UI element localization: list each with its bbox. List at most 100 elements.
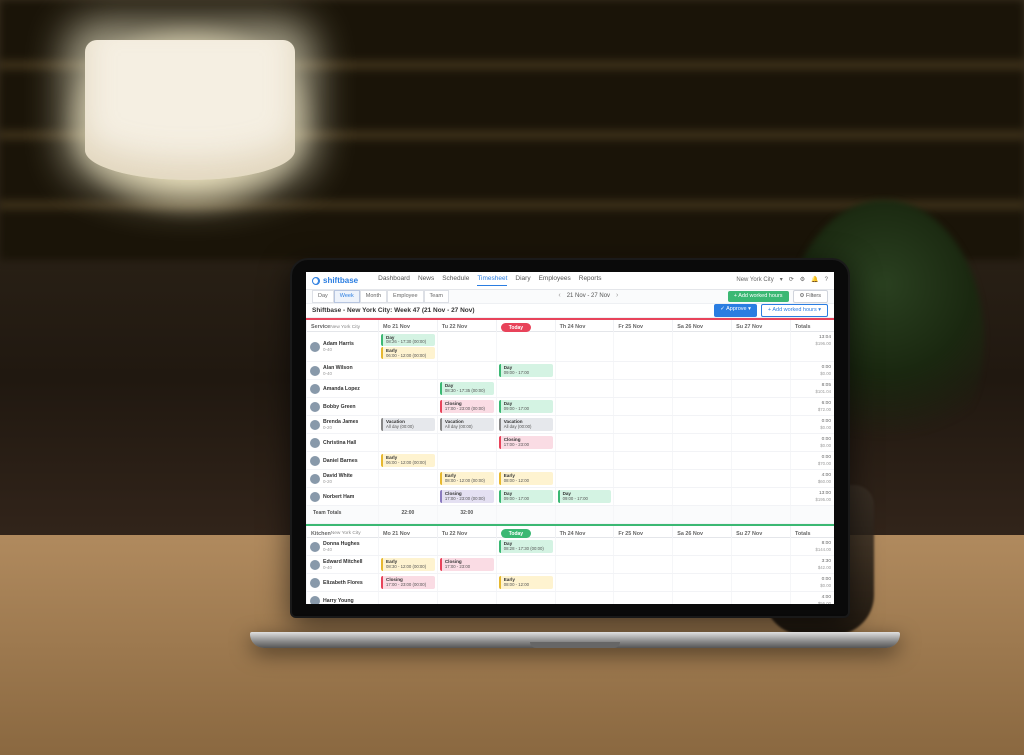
view-tab-employee[interactable]: Employee [387, 290, 423, 303]
day-cell[interactable] [378, 434, 437, 451]
shift-block[interactable]: Early06:00 - 12:00 (00:00) [381, 347, 435, 359]
view-tab-month[interactable]: Month [360, 290, 387, 303]
day-cell[interactable]: Day08:30 - 17:35 (00:00) [437, 380, 496, 397]
shift-block[interactable]: Day09:00 - 17:00 [558, 490, 612, 502]
day-cell[interactable] [378, 592, 437, 604]
nav-item-reports[interactable]: Reports [579, 275, 602, 287]
shift-block[interactable]: VacationAll day (00:00) [381, 418, 435, 430]
employee-cell[interactable]: Daniel Barnes [306, 452, 378, 469]
day-cell[interactable]: Closing17:00 - 23:00 [437, 556, 496, 573]
day-cell[interactable] [613, 362, 672, 379]
day-cell[interactable] [555, 362, 614, 379]
employee-cell[interactable]: Brenda James0-20 [306, 416, 378, 433]
day-cell[interactable] [731, 452, 790, 469]
day-cell[interactable] [496, 556, 555, 573]
day-cell[interactable] [672, 398, 731, 415]
employee-cell[interactable]: Bobby Green [306, 398, 378, 415]
day-cell[interactable] [613, 416, 672, 433]
day-cell[interactable] [437, 332, 496, 361]
day-cell[interactable] [731, 556, 790, 573]
shift-block[interactable]: Day08:28 - 17:30 (00:00) [499, 540, 553, 552]
day-cell[interactable] [613, 434, 672, 451]
day-cell[interactable]: VacationAll day (00:00) [496, 416, 555, 433]
day-cell[interactable] [731, 434, 790, 451]
day-cell[interactable]: Early08:00 - 12:00 [496, 574, 555, 591]
day-cell[interactable] [672, 332, 731, 361]
day-cell[interactable] [555, 398, 614, 415]
view-tab-week[interactable]: Week [334, 290, 360, 303]
employee-cell[interactable]: Alan Wilson0-40 [306, 362, 378, 379]
day-cell[interactable] [731, 592, 790, 604]
day-cell[interactable] [555, 556, 614, 573]
shift-block[interactable]: Early08:00 - 12:00 (00:00) [440, 472, 494, 484]
day-cell[interactable]: Day08:26 - 17:30 (00:00)Early06:00 - 12:… [378, 332, 437, 361]
nav-item-schedule[interactable]: Schedule [442, 275, 469, 287]
day-cell[interactable] [672, 416, 731, 433]
nav-item-dashboard[interactable]: Dashboard [378, 275, 410, 287]
day-cell[interactable] [672, 592, 731, 604]
shift-block[interactable]: VacationAll day (00:00) [440, 418, 494, 430]
day-cell[interactable]: Day09:00 - 17:00 [496, 488, 555, 505]
day-cell[interactable] [731, 416, 790, 433]
employee-cell[interactable]: David White0-20 [306, 470, 378, 487]
nav-item-diary[interactable]: Diary [515, 275, 530, 287]
day-cell[interactable]: VacationAll day (00:00) [378, 416, 437, 433]
day-cell[interactable] [378, 380, 437, 397]
shift-block[interactable]: Closing17:00 - 23:00 (00:00) [440, 490, 494, 502]
shift-block[interactable]: Day09:00 - 17:00 [499, 400, 553, 412]
day-cell[interactable] [555, 538, 614, 555]
employee-cell[interactable]: Edward Mitchell0-40 [306, 556, 378, 573]
day-cell[interactable] [555, 416, 614, 433]
day-cell[interactable] [555, 332, 614, 361]
day-cell[interactable]: Early06:00 - 12:00 (00:00) [378, 452, 437, 469]
day-cell[interactable] [731, 538, 790, 555]
next-week-button[interactable]: › [614, 292, 620, 300]
shift-block[interactable]: Early06:00 - 12:00 (00:00) [381, 454, 435, 466]
day-cell[interactable]: Closing17:00 - 23:00 (00:00) [437, 398, 496, 415]
day-cell[interactable] [437, 592, 496, 604]
day-cell[interactable] [672, 538, 731, 555]
shift-block[interactable]: Closing17:00 - 23:00 [499, 436, 553, 448]
day-cell[interactable] [672, 452, 731, 469]
view-tab-day[interactable]: Day [312, 290, 334, 303]
day-cell[interactable] [613, 556, 672, 573]
day-cell[interactable] [672, 362, 731, 379]
shift-block[interactable]: Day08:26 - 17:30 (00:00) [381, 334, 435, 346]
day-cell[interactable]: Day09:00 - 17:00 [496, 362, 555, 379]
nav-item-news[interactable]: News [418, 275, 434, 287]
date-range-label[interactable]: 21 Nov - 27 Nov [567, 293, 610, 300]
day-cell[interactable] [613, 574, 672, 591]
employee-cell[interactable]: Amanda Lopez [306, 380, 378, 397]
day-cell[interactable] [437, 574, 496, 591]
day-cell[interactable] [731, 398, 790, 415]
day-cell[interactable] [378, 470, 437, 487]
day-cell[interactable] [378, 538, 437, 555]
employee-cell[interactable]: Adam Harris0-40 [306, 332, 378, 361]
employee-cell[interactable]: Donna Hughes0-40 [306, 538, 378, 555]
employee-cell[interactable]: Elizabeth Flores [306, 574, 378, 591]
day-cell[interactable] [437, 538, 496, 555]
day-cell[interactable] [613, 452, 672, 469]
shift-block[interactable]: Closing17:00 - 23:00 [440, 558, 494, 570]
day-cell[interactable] [613, 380, 672, 397]
day-cell[interactable]: Closing17:00 - 23:00 (00:00) [378, 574, 437, 591]
help-icon[interactable]: ? [825, 277, 828, 284]
day-cell[interactable] [672, 574, 731, 591]
day-cell[interactable] [555, 380, 614, 397]
day-cell[interactable]: Day09:00 - 17:00 [555, 488, 614, 505]
gear-icon[interactable]: ⚙ [800, 277, 805, 284]
day-cell[interactable]: Day08:28 - 17:30 (00:00) [496, 538, 555, 555]
day-cell[interactable] [672, 556, 731, 573]
sync-icon[interactable]: ⟳ [789, 277, 794, 284]
shift-block[interactable]: Closing17:00 - 23:00 (00:00) [381, 576, 435, 588]
day-cell[interactable] [731, 488, 790, 505]
shift-block[interactable]: Day08:30 - 17:35 (00:00) [440, 382, 494, 394]
day-cell[interactable]: VacationAll day (00:00) [437, 416, 496, 433]
shift-block[interactable]: VacationAll day (00:00) [499, 418, 553, 430]
day-cell[interactable] [613, 488, 672, 505]
view-tab-team[interactable]: Team [424, 290, 449, 303]
day-cell[interactable] [731, 332, 790, 361]
day-cell[interactable] [613, 332, 672, 361]
day-cell[interactable] [437, 362, 496, 379]
day-cell[interactable] [613, 592, 672, 604]
